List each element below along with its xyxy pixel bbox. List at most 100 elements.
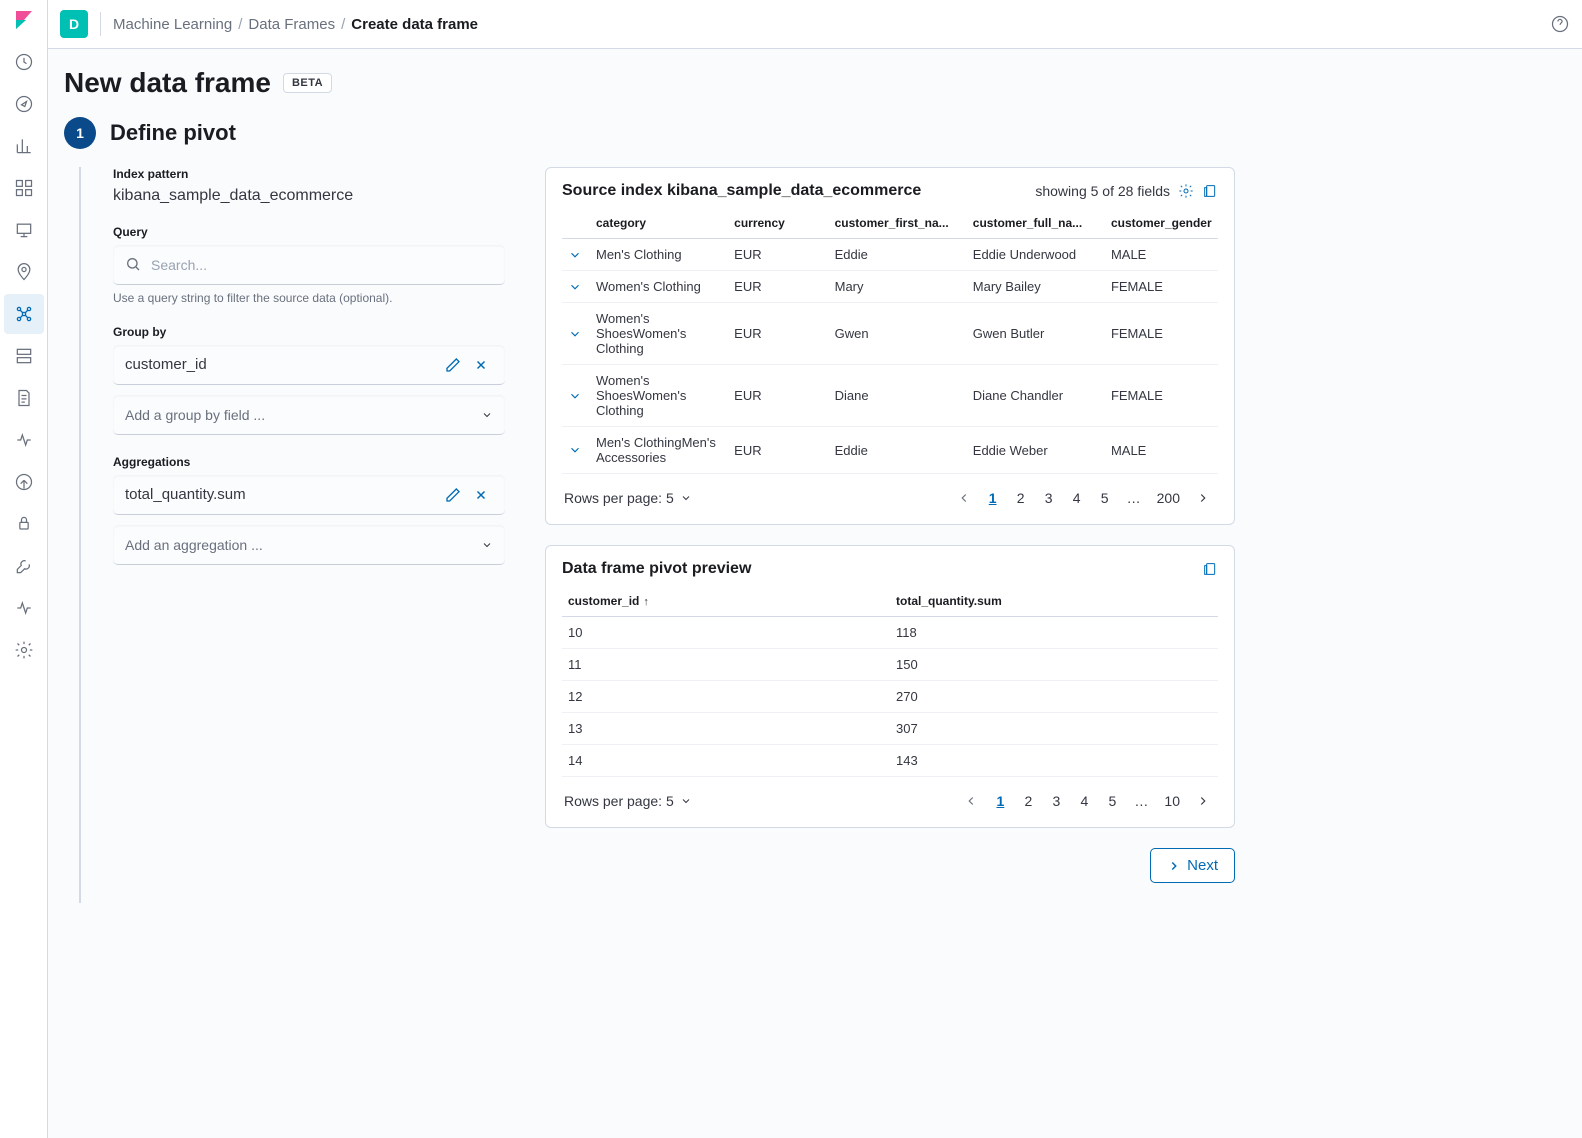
clipboard-icon[interactable] — [1202, 183, 1218, 199]
cell-currency: EUR — [728, 365, 828, 427]
page-next[interactable] — [1190, 484, 1216, 512]
index-pattern-value: kibana_sample_data_ecommerce — [113, 187, 505, 205]
help-icon[interactable] — [1550, 14, 1570, 34]
breadcrumbs: Machine Learning / Data Frames / Create … — [113, 16, 478, 33]
aggregations-label: Aggregations — [113, 455, 505, 469]
nav-visualize-icon[interactable] — [4, 126, 44, 166]
cell-customer-id: 11 — [562, 649, 890, 681]
nav-discover-icon[interactable] — [4, 84, 44, 124]
cell-category: Women's ShoesWomen's Clothing — [590, 303, 728, 365]
clipboard-icon[interactable] — [1202, 561, 1218, 577]
expand-row-icon[interactable] — [568, 248, 584, 262]
cell-gender: FEMALE — [1105, 303, 1218, 365]
column-header[interactable]: total_quantity.sum — [890, 586, 1218, 617]
nav-canvas-icon[interactable] — [4, 210, 44, 250]
cell-category: Men's Clothing — [590, 239, 728, 271]
nav-maps-icon[interactable] — [4, 252, 44, 292]
column-header[interactable]: customer_gender — [1105, 208, 1218, 239]
kibana-logo[interactable] — [12, 8, 36, 32]
aggregation-pill: total_quantity.sum — [113, 475, 505, 515]
cell-first-name: Diane — [829, 365, 967, 427]
page-number[interactable]: 5 — [1100, 787, 1124, 815]
nav-infrastructure-icon[interactable] — [4, 336, 44, 376]
edit-icon[interactable] — [439, 351, 467, 379]
breadcrumb-item[interactable]: Machine Learning — [113, 16, 232, 33]
column-header[interactable]: currency — [728, 208, 828, 239]
cell-full-name: Eddie Weber — [967, 427, 1105, 474]
cell-first-name: Eddie — [829, 427, 967, 474]
query-input[interactable] — [113, 245, 505, 285]
nav-dashboard-icon[interactable] — [4, 168, 44, 208]
page-number[interactable]: 1 — [981, 484, 1005, 512]
page-number[interactable]: 10 — [1158, 787, 1186, 815]
remove-icon[interactable] — [467, 351, 495, 379]
nav-management-icon[interactable] — [4, 630, 44, 670]
table-row: Women's ClothingEURMaryMary BaileyFEMALE — [562, 271, 1218, 303]
page-number[interactable]: 200 — [1151, 484, 1186, 512]
source-table: category currency customer_first_na... c… — [562, 208, 1218, 474]
cell-total-quantity-sum: 118 — [890, 617, 1218, 649]
side-nav — [0, 0, 48, 1138]
aggregation-value: total_quantity.sum — [125, 486, 439, 503]
cell-full-name: Mary Bailey — [967, 271, 1105, 303]
page-number[interactable]: 3 — [1037, 484, 1061, 512]
expand-row-icon[interactable] — [568, 389, 584, 403]
breadcrumb-item[interactable]: Data Frames — [248, 16, 335, 33]
beta-badge: BETA — [283, 73, 332, 93]
rows-per-page-select[interactable]: Rows per page: 5 — [564, 490, 692, 506]
table-row: 12270 — [562, 681, 1218, 713]
table-row: Women's ShoesWomen's ClothingEURGwenGwen… — [562, 303, 1218, 365]
step-number: 1 — [64, 117, 96, 149]
page-prev[interactable] — [958, 787, 984, 815]
next-button[interactable]: Next — [1150, 848, 1235, 883]
column-header-sorted[interactable]: customer_id↑ — [562, 586, 890, 617]
aggregation-add-input[interactable] — [113, 525, 505, 565]
chevron-down-icon[interactable] — [481, 538, 493, 554]
cell-category: Women's ShoesWomen's Clothing — [590, 365, 728, 427]
pagination: 12345…10 — [958, 787, 1216, 815]
source-panel-title: Source index kibana_sample_data_ecommerc… — [562, 182, 921, 200]
page-number[interactable]: 2 — [1016, 787, 1040, 815]
page-number[interactable]: 2 — [1009, 484, 1033, 512]
column-header[interactable]: customer_first_na... — [829, 208, 967, 239]
cell-category: Men's ClothingMen's Accessories — [590, 427, 728, 474]
space-selector[interactable]: D — [60, 10, 88, 38]
nav-uptime-icon[interactable] — [4, 462, 44, 502]
remove-icon[interactable] — [467, 481, 495, 509]
page-number[interactable]: 5 — [1093, 484, 1117, 512]
expand-row-icon[interactable] — [568, 327, 584, 341]
page-number[interactable]: 4 — [1065, 484, 1089, 512]
chevron-down-icon[interactable] — [481, 408, 493, 424]
gear-icon[interactable] — [1178, 183, 1194, 199]
nav-recent-icon[interactable] — [4, 42, 44, 82]
query-label: Query — [113, 225, 505, 239]
page-prev[interactable] — [951, 484, 977, 512]
edit-icon[interactable] — [439, 481, 467, 509]
rows-per-page-select[interactable]: Rows per page: 5 — [564, 793, 692, 809]
page-ellipsis: … — [1128, 787, 1154, 815]
expand-row-icon[interactable] — [568, 443, 584, 457]
column-header[interactable]: category — [590, 208, 728, 239]
nav-siem-icon[interactable] — [4, 504, 44, 544]
page-number[interactable]: 3 — [1044, 787, 1068, 815]
preview-panel: Data frame pivot preview customer_id↑ — [545, 545, 1235, 828]
column-header[interactable]: customer_full_na... — [967, 208, 1105, 239]
page-ellipsis: … — [1121, 484, 1147, 512]
expand-row-icon[interactable] — [568, 280, 584, 294]
nav-dev-tools-icon[interactable] — [4, 546, 44, 586]
nav-apm-icon[interactable] — [4, 420, 44, 460]
table-row: 10118 — [562, 617, 1218, 649]
cell-full-name: Eddie Underwood — [967, 239, 1105, 271]
page-number[interactable]: 4 — [1072, 787, 1096, 815]
cell-total-quantity-sum: 307 — [890, 713, 1218, 745]
cell-customer-id: 14 — [562, 745, 890, 777]
group-by-add-input[interactable] — [113, 395, 505, 435]
page-number[interactable]: 1 — [988, 787, 1012, 815]
nav-monitoring-icon[interactable] — [4, 588, 44, 628]
page-next[interactable] — [1190, 787, 1216, 815]
nav-machine-learning-icon[interactable] — [4, 294, 44, 334]
cell-currency: EUR — [728, 239, 828, 271]
nav-logs-icon[interactable] — [4, 378, 44, 418]
group-by-label: Group by — [113, 325, 505, 339]
breadcrumb-item-current: Create data frame — [351, 16, 478, 33]
